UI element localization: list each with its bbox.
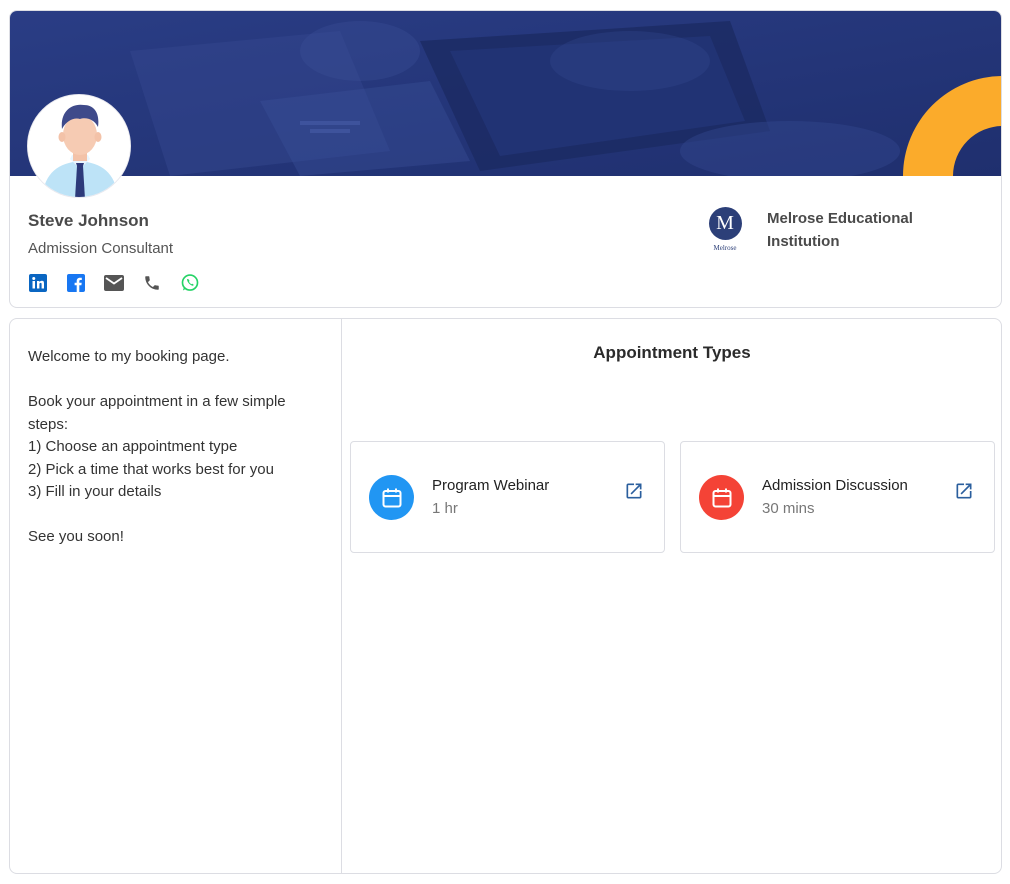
appointment-duration: 30 mins xyxy=(762,500,815,517)
welcome-message: Welcome to my booking page. Book your ap… xyxy=(28,346,328,549)
open-external-icon[interactable] xyxy=(624,481,644,501)
linkedin-icon[interactable] xyxy=(28,273,48,293)
whatsapp-icon[interactable] xyxy=(180,273,200,293)
profile-card: Steve Johnson Admission Consultant M Mel… xyxy=(9,10,1002,308)
social-links xyxy=(28,273,200,293)
appointment-name: Program Webinar xyxy=(432,477,550,494)
appointment-card-admission-discussion[interactable]: Admission Discussion 30 mins xyxy=(680,441,995,553)
appointment-card-program-webinar[interactable]: Program Webinar 1 hr xyxy=(350,441,665,553)
organization: M Melrose Melrose Educational Institutio… xyxy=(705,207,947,255)
closing-line: See you soon! xyxy=(28,528,124,545)
step-line: 2) Pick a time that works best for you xyxy=(28,460,274,478)
booking-main: Welcome to my booking page. Book your ap… xyxy=(9,318,1002,874)
calendar-icon xyxy=(369,475,414,520)
open-external-icon[interactable] xyxy=(954,481,974,501)
email-icon[interactable] xyxy=(104,273,124,293)
appointment-duration: 1 hr xyxy=(432,500,458,517)
calendar-icon xyxy=(699,475,744,520)
step-line: 1) Choose an appointment type xyxy=(28,438,238,455)
welcome-line: Welcome to my booking page. xyxy=(28,348,230,365)
profile-avatar xyxy=(27,94,131,198)
appointment-name: Admission Discussion xyxy=(762,477,908,494)
organization-logo-caption: Melrose xyxy=(713,244,737,252)
appointment-types-pane: Appointment Types Program Webinar 1 hr A… xyxy=(343,319,1001,873)
welcome-pane: Welcome to my booking page. Book your ap… xyxy=(10,319,342,873)
person-name: Steve Johnson xyxy=(28,211,149,230)
organization-logo-letter: M xyxy=(708,207,742,240)
person-title: Admission Consultant xyxy=(28,240,174,257)
step-line: 3) Fill in your details xyxy=(28,483,162,500)
facebook-icon[interactable] xyxy=(66,273,86,293)
appointment-types-title: Appointment Types xyxy=(593,343,751,362)
instructions-line: Book your appointment in a few simple st… xyxy=(28,393,286,433)
cover-banner xyxy=(10,11,1001,176)
phone-icon[interactable] xyxy=(142,273,162,293)
organization-logo: M Melrose xyxy=(705,207,745,255)
organization-name: Melrose Educational Institution xyxy=(767,210,913,250)
